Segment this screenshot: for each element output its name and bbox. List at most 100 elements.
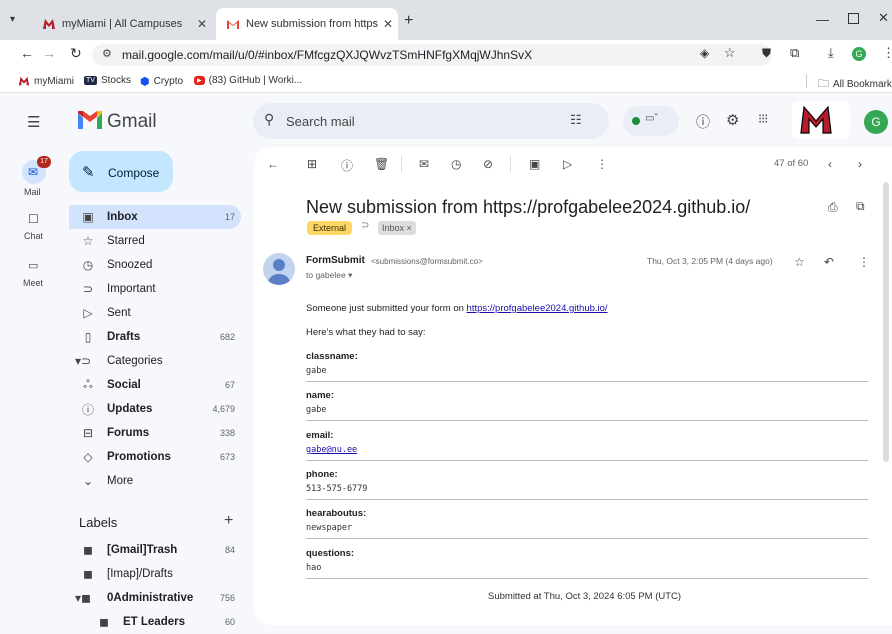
miami-logo-icon	[18, 76, 30, 86]
rail-label-meet[interactable]: Meet	[23, 278, 43, 288]
social-people-icon: ஃ	[83, 377, 93, 391]
rail-label-mail[interactable]: Mail	[24, 187, 41, 197]
label-gmail-trash[interactable]: ◼ [Gmail]Trash 84	[69, 538, 241, 562]
recipient-details[interactable]: to gabelee ▾	[306, 270, 352, 281]
nav-more[interactable]: ⌄ More	[69, 469, 241, 493]
move-to-icon[interactable]: ▣	[529, 157, 540, 171]
importance-marker-icon[interactable]: ⊃	[361, 220, 369, 231]
print-icon[interactable]: ⎙	[828, 200, 838, 215]
miami-m-logo-icon[interactable]	[800, 106, 832, 134]
labels-icon[interactable]: ▷	[563, 157, 572, 171]
account-avatar[interactable]: G	[864, 110, 888, 134]
more-actions-icon[interactable]: ⋮	[596, 157, 608, 171]
all-bookmarks-button[interactable]: 🗀 All Bookmarks	[818, 75, 892, 94]
extension-shield-icon[interactable]: ⛊	[762, 46, 771, 61]
newer-icon[interactable]: ‹	[828, 157, 832, 171]
nav-inbox[interactable]: ▣ Inbox 17	[69, 205, 241, 229]
nav-categories[interactable]: ▾⊃ Categories	[69, 349, 241, 373]
maximize-icon[interactable]	[848, 13, 859, 24]
add-label-icon[interactable]: +	[224, 512, 233, 530]
nav-drafts[interactable]: ▯ Drafts 682	[69, 325, 241, 349]
stocks-icon: TV	[84, 76, 97, 85]
browser-menu-icon[interactable]: ⋮	[882, 45, 892, 61]
minimize-icon[interactable]: —	[816, 12, 829, 27]
delete-icon[interactable]: 🗑	[374, 157, 389, 171]
rail-label-chat[interactable]: Chat	[24, 231, 43, 241]
new-tab-button[interactable]: +	[404, 12, 413, 30]
pagination-text: 47 of 60	[774, 158, 809, 169]
status-active-icon	[632, 117, 640, 125]
label-icon: ◼	[99, 615, 109, 629]
older-icon[interactable]: ›	[858, 157, 862, 171]
search-options-icon[interactable]: ☷	[570, 112, 582, 128]
mail-icon[interactable]: ✉	[28, 165, 38, 179]
bookmark-star-icon[interactable]: ☆	[724, 45, 736, 61]
sender-avatar[interactable]	[263, 253, 295, 285]
nav-sent[interactable]: ▷ Sent	[69, 301, 241, 325]
open-new-window-icon[interactable]: ⧉	[856, 199, 865, 214]
nav-social[interactable]: ஃ Social 67	[69, 373, 241, 397]
nav-important[interactable]: ⊃ Important	[69, 277, 241, 301]
clock-icon: ◷	[82, 258, 94, 272]
bookmark-mymiami[interactable]: myMiami	[18, 75, 74, 87]
search-input[interactable]: Search mail	[286, 114, 355, 129]
back-to-inbox-icon[interactable]: ←	[267, 157, 279, 171]
divider	[306, 420, 868, 421]
star-icon: ☆	[82, 234, 94, 248]
more-options-icon[interactable]: ⋮	[858, 255, 870, 269]
site-info-icon[interactable]: ⚙	[102, 47, 112, 60]
sender-name[interactable]: FormSubmit	[306, 255, 365, 266]
mark-unread-icon[interactable]: ✉	[419, 157, 429, 171]
meet-icon[interactable]: ▭	[28, 259, 38, 272]
divider	[306, 381, 868, 382]
scrollbar[interactable]	[883, 182, 889, 462]
settings-gear-icon[interactable]: ⚙	[726, 111, 739, 129]
label-et-leaders[interactable]: ◼ ET Leaders 60	[85, 610, 241, 634]
help-icon[interactable]: ⓘ	[696, 112, 710, 132]
forward-icon[interactable]: →	[42, 45, 56, 61]
search-icon[interactable]: ⚲	[264, 111, 274, 128]
reply-icon[interactable]: ↶	[824, 255, 834, 269]
nav-starred[interactable]: ☆ Starred	[69, 229, 241, 253]
nav-promotions[interactable]: ◇ Promotions 673	[69, 445, 241, 469]
field-label: questions:	[306, 548, 355, 559]
bookmark-stocks[interactable]: TV Stocks	[84, 75, 131, 86]
archive-icon[interactable]: ⊞	[307, 157, 317, 171]
main-menu-icon[interactable]: ☰	[27, 113, 40, 131]
gmail-logo-icon[interactable]	[78, 111, 102, 129]
mail-badge: 17	[37, 156, 51, 168]
apps-grid-icon[interactable]: ⁝⁝⁝	[758, 111, 768, 127]
nav-forums[interactable]: ⊟ Forums 338	[69, 421, 241, 445]
inbox-label-chip[interactable]: Inbox ×	[378, 221, 416, 235]
add-task-icon[interactable]: ⊘	[483, 157, 493, 171]
nav-snoozed[interactable]: ◷ Snoozed	[69, 253, 241, 277]
view-icon[interactable]: ◈	[700, 46, 709, 60]
url-text[interactable]: mail.google.com/mail/u/0/#inbox/FMfcgzQX…	[122, 48, 532, 62]
tab-close-icon[interactable]: ✕	[192, 17, 212, 31]
submission-link[interactable]: https://profgabelee2024.github.io/	[467, 303, 608, 314]
back-icon[interactable]: ←	[20, 45, 34, 61]
reload-icon[interactable]: ↻	[70, 45, 82, 62]
info-icon: ⓘ	[81, 402, 94, 417]
tab-search-chevron-icon[interactable]: ▾	[10, 14, 15, 25]
chat-icon[interactable]: ☐	[28, 212, 39, 226]
extensions-icon[interactable]: ⧉	[790, 45, 799, 61]
snooze-icon[interactable]: ◷	[451, 157, 461, 171]
label-0administrative[interactable]: ▾◼ 0Administrative 756	[69, 586, 241, 610]
report-spam-icon[interactable]: ⓘ	[341, 157, 353, 174]
email-value-link[interactable]: gabe@nu.ee	[306, 445, 357, 455]
label-imap-drafts[interactable]: ◼ [Imap]/Drafts	[69, 562, 241, 586]
nav-updates[interactable]: ⓘ Updates 4,679	[69, 397, 241, 421]
close-window-icon[interactable]: ✕	[878, 10, 889, 26]
tab-mymiami[interactable]: myMiami | All Campuses ✕	[32, 8, 212, 40]
label-icon: ◼	[83, 543, 93, 557]
expand-label-icon: ▾⊃	[74, 354, 92, 368]
tab-gmail[interactable]: New submission from https://p ✕	[216, 8, 398, 40]
person-icon	[268, 259, 290, 285]
bookmark-github[interactable]: ▶ (83) GitHub | Worki...	[194, 75, 302, 86]
tab-close-icon[interactable]: ✕	[378, 17, 398, 31]
profile-avatar[interactable]: G	[852, 47, 866, 61]
bookmark-crypto[interactable]: ⬢ Crypto	[140, 75, 183, 88]
download-icon[interactable]: ⤓	[828, 45, 834, 61]
star-icon[interactable]: ☆	[794, 255, 805, 269]
